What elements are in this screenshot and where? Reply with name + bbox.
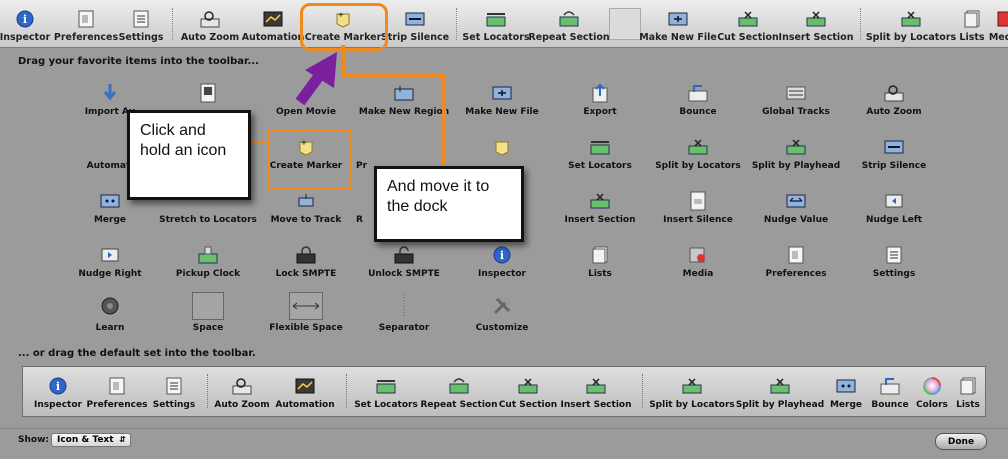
callout-click-hold: Click and hold an icon	[127, 110, 251, 200]
callout-move-to-dock: And move it to the dock	[374, 166, 524, 242]
orange-connector-line	[341, 45, 446, 166]
purple-arrow-icon	[295, 52, 337, 106]
palette-highlight-rect	[268, 129, 352, 189]
